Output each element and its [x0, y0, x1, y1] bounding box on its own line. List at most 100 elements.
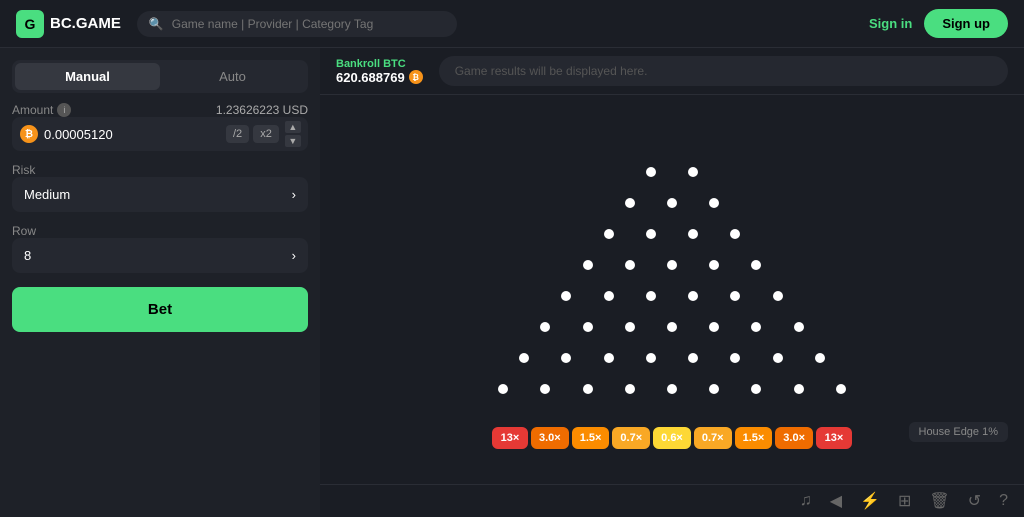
stepper-down[interactable]: ▼ — [285, 135, 301, 147]
bottom-icons: ♫ ◀ ⚡ ⊞ 🗑 ↺? — [800, 491, 1008, 511]
peg — [583, 322, 593, 332]
peg — [561, 353, 571, 363]
trash-icon[interactable]: 🗑 — [929, 491, 949, 511]
amount-info-icon: i — [57, 103, 71, 117]
bucket: 0.6× — [653, 427, 691, 449]
half-button[interactable]: /2 — [226, 125, 249, 143]
bucket: 3.0× — [775, 427, 813, 449]
refresh-icon[interactable]: ↺ — [968, 491, 981, 511]
bucket: 1.5× — [572, 427, 610, 449]
row-chevron-icon: › — [292, 248, 296, 263]
peg — [836, 384, 846, 394]
amount-label: Amount i — [12, 103, 71, 117]
peg — [751, 260, 761, 270]
peg — [667, 384, 677, 394]
row-label: Row — [12, 224, 308, 238]
game-area: Bankroll BTC 620.688769 ₿ Game results w… — [320, 48, 1024, 517]
peg — [709, 198, 719, 208]
tab-manual[interactable]: Manual — [15, 63, 160, 90]
tab-auto[interactable]: Auto — [160, 63, 305, 90]
search-input[interactable] — [172, 17, 445, 31]
peg — [751, 384, 761, 394]
lightning-icon[interactable]: ⚡ — [860, 491, 880, 511]
results-bar: Game results will be displayed here. — [439, 56, 1008, 86]
peg — [667, 322, 677, 332]
peg — [688, 291, 698, 301]
mode-tabs: Manual Auto — [12, 60, 308, 93]
bucket: 13× — [816, 427, 852, 449]
peg — [646, 229, 656, 239]
logo: G BC.GAME — [16, 10, 121, 38]
peg — [773, 353, 783, 363]
peg — [646, 353, 656, 363]
signin-button[interactable]: Sign in — [869, 16, 912, 31]
house-edge-text: House Edge 1% — [919, 426, 999, 438]
multiplier-btns: /2 x2 — [226, 125, 279, 143]
peg — [540, 384, 550, 394]
peg — [667, 260, 677, 270]
peg — [667, 198, 677, 208]
grid-icon[interactable]: ⊞ — [898, 491, 911, 511]
logo-text: BC.GAME — [50, 15, 121, 32]
results-placeholder: Game results will be displayed here. — [455, 64, 648, 78]
peg — [730, 353, 740, 363]
peg — [688, 229, 698, 239]
row-value: 8 — [24, 248, 31, 263]
music-icon[interactable]: ♫ — [800, 492, 812, 510]
peg — [646, 291, 656, 301]
row-dropdown[interactable]: 8 › — [12, 238, 308, 273]
left-panel: Manual Auto Amount i 1.23626223 USD ₿ /2… — [0, 48, 320, 517]
amount-stepper[interactable]: ▲ ▼ — [285, 121, 301, 147]
peg — [688, 353, 698, 363]
bankroll-value: 620.688769 ₿ — [336, 70, 423, 85]
peg — [540, 322, 550, 332]
signup-button[interactable]: Sign up — [924, 9, 1008, 38]
house-edge-badge: House Edge 1% — [909, 422, 1009, 442]
risk-label: Risk — [12, 163, 308, 177]
help-icon[interactable]: ? — [999, 492, 1008, 510]
btc-icon: ₿ — [20, 125, 38, 143]
risk-chevron-icon: › — [292, 187, 296, 202]
pegs-container — [482, 141, 862, 421]
peg — [519, 353, 529, 363]
peg — [625, 260, 635, 270]
search-bar[interactable]: 🔍 — [137, 11, 457, 37]
bankroll-label: Bankroll BTC — [336, 58, 423, 70]
amount-row: Amount i 1.23626223 USD — [12, 103, 308, 117]
peg — [773, 291, 783, 301]
bet-button[interactable]: Bet — [12, 287, 308, 332]
buckets-row: 13×3.0×1.5×0.7×0.6×0.7×1.5×3.0×13× — [492, 427, 852, 449]
stepper-up[interactable]: ▲ — [285, 121, 301, 133]
bucket: 1.5× — [735, 427, 773, 449]
bankroll-btc-icon: ₿ — [409, 70, 423, 84]
peg — [751, 322, 761, 332]
double-button[interactable]: x2 — [253, 125, 279, 143]
sound-icon[interactable]: ◀ — [830, 491, 842, 511]
peg — [583, 384, 593, 394]
bankroll-box: Bankroll BTC 620.688769 ₿ — [336, 58, 423, 85]
peg — [815, 353, 825, 363]
peg — [709, 260, 719, 270]
peg — [646, 167, 656, 177]
logo-icon: G — [16, 10, 44, 38]
bucket: 13× — [492, 427, 528, 449]
amount-input-row: ₿ /2 x2 ▲ ▼ — [12, 117, 308, 151]
main-content: Manual Auto Amount i 1.23626223 USD ₿ /2… — [0, 48, 1024, 517]
risk-value: Medium — [24, 187, 70, 202]
peg — [730, 291, 740, 301]
bucket: 0.7× — [612, 427, 650, 449]
risk-dropdown[interactable]: Medium › — [12, 177, 308, 212]
peg — [625, 198, 635, 208]
peg — [561, 291, 571, 301]
search-icon: 🔍 — [149, 17, 164, 31]
peg — [498, 384, 508, 394]
peg — [604, 291, 614, 301]
amount-usd: 1.23626223 USD — [216, 103, 308, 117]
peg — [688, 167, 698, 177]
peg — [794, 322, 804, 332]
peg — [625, 384, 635, 394]
peg — [604, 353, 614, 363]
amount-input[interactable] — [44, 127, 220, 142]
game-header: Bankroll BTC 620.688769 ₿ Game results w… — [320, 48, 1024, 95]
bottom-bar: ♫ ◀ ⚡ ⊞ 🗑 ↺? — [320, 484, 1024, 517]
